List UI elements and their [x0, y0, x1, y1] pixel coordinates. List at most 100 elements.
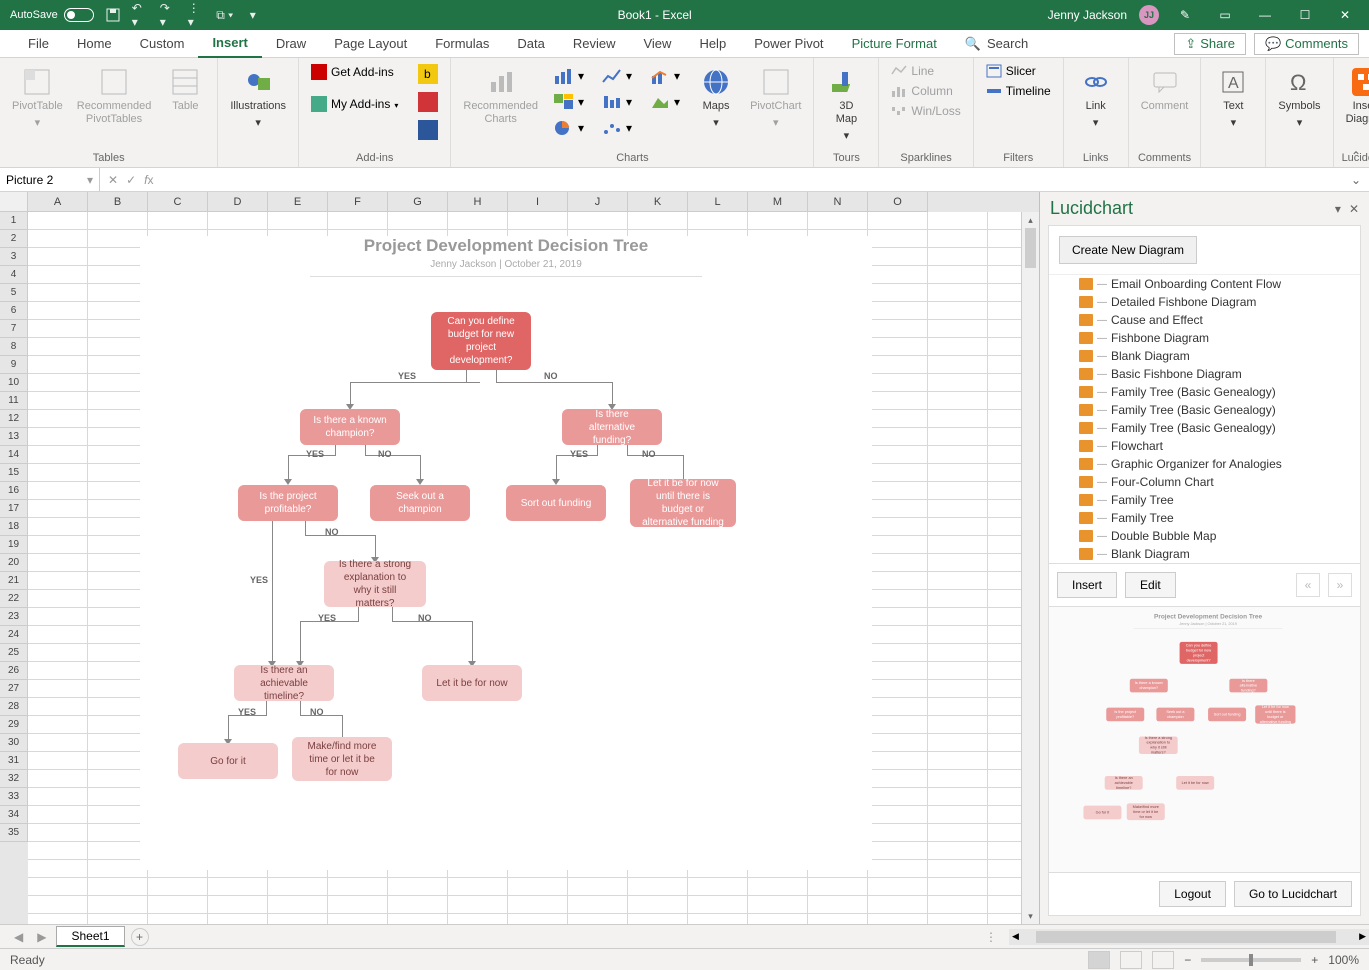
tab-insert[interactable]: Insert: [198, 30, 261, 58]
page-break-view-icon[interactable]: [1152, 951, 1174, 969]
avatar[interactable]: JJ: [1139, 5, 1159, 25]
row-header[interactable]: 20: [0, 554, 28, 572]
tab-custom[interactable]: Custom: [126, 30, 199, 58]
row-header[interactable]: 16: [0, 482, 28, 500]
tab-power-pivot[interactable]: Power Pivot: [740, 30, 837, 58]
row-header[interactable]: 8: [0, 338, 28, 356]
insert-diagram-button[interactable]: Insert Diagram: [1342, 62, 1369, 130]
pivottable-button[interactable]: PivotTable▾: [8, 62, 67, 134]
logout-button[interactable]: Logout: [1159, 881, 1226, 907]
zoom-level[interactable]: 100%: [1328, 953, 1359, 967]
tab-draw[interactable]: Draw: [262, 30, 320, 58]
tab-view[interactable]: View: [629, 30, 685, 58]
file-item[interactable]: —Fishbone Diagram: [1055, 329, 1354, 347]
tab-formulas[interactable]: Formulas: [421, 30, 503, 58]
row-header[interactable]: 29: [0, 716, 28, 734]
minimize-icon[interactable]: —: [1251, 4, 1279, 26]
file-item[interactable]: —Flowchart: [1055, 437, 1354, 455]
column-header[interactable]: D: [208, 192, 268, 212]
horizontal-scrollbar[interactable]: ◀▶: [1009, 929, 1369, 945]
column-header[interactable]: M: [748, 192, 808, 212]
column-header[interactable]: C: [148, 192, 208, 212]
3d-map-button[interactable]: 3D Map▾: [822, 62, 870, 148]
pane-close-icon[interactable]: ✕: [1349, 202, 1359, 216]
row-header[interactable]: 6: [0, 302, 28, 320]
zoom-in-icon[interactable]: +: [1311, 953, 1318, 967]
vertical-scrollbar[interactable]: ▴▾: [1021, 212, 1039, 924]
add-sheet-button[interactable]: +: [131, 928, 149, 946]
stat-chart-icon[interactable]: ▾: [598, 92, 636, 112]
column-header[interactable]: I: [508, 192, 568, 212]
inserted-diagram[interactable]: Project Development Decision Tree Jenny …: [140, 236, 872, 870]
save-icon[interactable]: [104, 6, 122, 24]
qat-more-icon[interactable]: ⧉ ▾: [216, 6, 234, 24]
file-item[interactable]: —Family Tree: [1055, 509, 1354, 527]
pie-chart-icon[interactable]: ▾: [550, 118, 588, 138]
tab-split-icon[interactable]: ⋮: [985, 930, 1003, 944]
row-header[interactable]: 31: [0, 752, 28, 770]
column-header[interactable]: J: [568, 192, 628, 212]
cancel-fx-icon[interactable]: ✕: [108, 173, 118, 187]
row-header[interactable]: 10: [0, 374, 28, 392]
goto-lucidchart-button[interactable]: Go to Lucidchart: [1234, 881, 1352, 907]
tab-file[interactable]: File: [14, 30, 63, 58]
row-header[interactable]: 33: [0, 788, 28, 806]
link-button[interactable]: Link▾: [1072, 62, 1120, 134]
close-icon[interactable]: ✕: [1331, 4, 1359, 26]
column-header[interactable]: B: [88, 192, 148, 212]
page-layout-view-icon[interactable]: [1120, 951, 1142, 969]
file-item[interactable]: —Detailed Fishbone Diagram: [1055, 293, 1354, 311]
comments-button[interactable]: 💬Comments: [1254, 33, 1359, 55]
redo-icon[interactable]: ↷ ▾: [160, 6, 178, 24]
row-header[interactable]: 4: [0, 266, 28, 284]
pen-icon[interactable]: ✎: [1171, 4, 1199, 26]
tab-page-layout[interactable]: Page Layout: [320, 30, 421, 58]
people-graph-icon[interactable]: [414, 90, 442, 114]
tab-home[interactable]: Home: [63, 30, 126, 58]
row-header[interactable]: 17: [0, 500, 28, 518]
visio-icon[interactable]: [414, 118, 442, 142]
zoom-slider[interactable]: [1201, 958, 1301, 962]
row-header[interactable]: 32: [0, 770, 28, 788]
file-item[interactable]: —Four-Column Chart: [1055, 473, 1354, 491]
touch-icon[interactable]: ⋮ ▾: [188, 6, 206, 24]
row-header[interactable]: 11: [0, 392, 28, 410]
illustrations-button[interactable]: Illustrations▾: [226, 62, 290, 134]
get-addins-button[interactable]: Get Add-ins: [307, 62, 402, 82]
enter-fx-icon[interactable]: ✓: [126, 173, 136, 187]
column-header[interactable]: O: [868, 192, 928, 212]
lucid-edit-button[interactable]: Edit: [1125, 572, 1176, 598]
recommended-charts-button[interactable]: Recommended Charts: [459, 62, 542, 130]
column-header[interactable]: H: [448, 192, 508, 212]
row-header[interactable]: 14: [0, 446, 28, 464]
sheet-prev-icon[interactable]: ◀: [10, 930, 27, 944]
table-button[interactable]: Table: [161, 62, 209, 117]
sparkline-winloss-button[interactable]: Win/Loss: [887, 102, 964, 120]
pane-dropdown-icon[interactable]: ▾: [1327, 202, 1349, 216]
file-item[interactable]: —Email Onboarding Content Flow: [1055, 275, 1354, 293]
file-item[interactable]: —Blank Diagram: [1055, 347, 1354, 365]
scatter-chart-icon[interactable]: ▾: [598, 118, 636, 138]
line-chart-icon[interactable]: ▾: [598, 66, 636, 86]
hierarchy-chart-icon[interactable]: ▾: [550, 92, 588, 112]
row-header[interactable]: 23: [0, 608, 28, 626]
file-item[interactable]: —Blank Diagram: [1055, 545, 1354, 563]
row-header[interactable]: 28: [0, 698, 28, 716]
row-header[interactable]: 19: [0, 536, 28, 554]
autosave-toggle[interactable]: AutoSave: [10, 8, 94, 22]
row-header[interactable]: 15: [0, 464, 28, 482]
column-header[interactable]: F: [328, 192, 388, 212]
create-new-diagram-button[interactable]: Create New Diagram: [1059, 236, 1197, 264]
slicer-button[interactable]: Slicer: [982, 62, 1055, 80]
symbols-button[interactable]: ΩSymbols▾: [1274, 62, 1324, 134]
row-header[interactable]: 7: [0, 320, 28, 338]
file-item[interactable]: —Graphic Organizer for Analogies: [1055, 455, 1354, 473]
row-header[interactable]: 2: [0, 230, 28, 248]
search-button[interactable]: 🔍Search: [951, 30, 1042, 58]
sparkline-column-button[interactable]: Column: [887, 82, 964, 100]
combo-chart-icon[interactable]: ▾: [646, 66, 684, 86]
row-header[interactable]: 35: [0, 824, 28, 842]
tab-help[interactable]: Help: [685, 30, 740, 58]
row-header[interactable]: 3: [0, 248, 28, 266]
file-item[interactable]: —Family Tree: [1055, 491, 1354, 509]
